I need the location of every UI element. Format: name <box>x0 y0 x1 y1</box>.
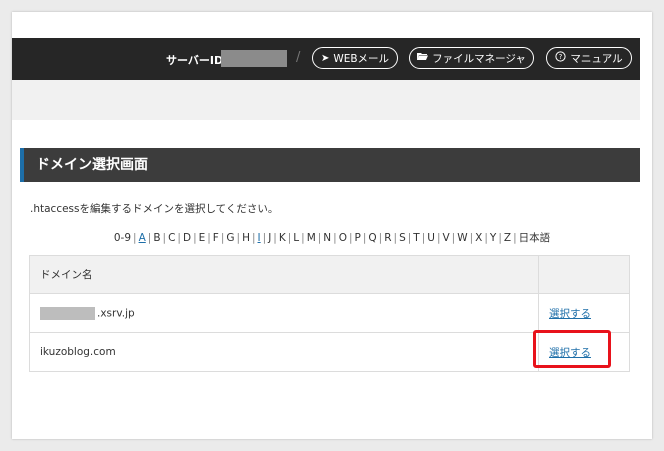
webmail-button[interactable]: ➤ WEBメール <box>312 47 398 69</box>
alphabet-filter-item: D <box>182 232 192 244</box>
table-header-row: ドメイン名 <box>29 255 630 294</box>
main-panel: サーバーID / ➤ WEBメール ファイルマネージャ ? マニュアル ドメイン… <box>12 12 652 439</box>
subheader-band <box>12 80 640 120</box>
domain-text: ikuzoblog.com <box>40 346 116 358</box>
alphabet-filter-item: U <box>427 232 435 244</box>
alphabet-separator: | <box>207 232 211 244</box>
table-row: .xsrv.jp 選択する <box>29 293 630 333</box>
svg-text:?: ? <box>559 53 563 61</box>
alphabet-separator: | <box>513 232 517 244</box>
alphabet-filter-item: N <box>323 232 332 244</box>
alphabet-separator: | <box>273 232 277 244</box>
webmail-button-label: WEBメール <box>333 52 390 65</box>
alphabet-separator: | <box>177 232 181 244</box>
question-circle-icon: ? <box>555 51 567 65</box>
alphabet-filter-item: S <box>399 232 406 244</box>
action-cell: 選択する <box>538 293 630 333</box>
alphabet-filter-item: F <box>212 232 219 244</box>
domain-cell: ikuzoblog.com <box>29 332 539 372</box>
alphabet-filter-item[interactable]: A <box>139 232 146 244</box>
topbar-separator: / <box>296 50 301 65</box>
alphabet-filter-item: B <box>153 232 161 244</box>
manual-button[interactable]: ? マニュアル <box>546 47 632 69</box>
instruction-text: .htaccessを編集するドメインを選択してください。 <box>30 203 279 215</box>
alphabet-filter-item: K <box>278 232 286 244</box>
alphabet-filter-item: M <box>306 232 316 244</box>
alphabet-filter-item: 0-9 <box>113 232 132 244</box>
alphabet-separator: | <box>333 232 337 244</box>
top-navigation-bar: サーバーID / ➤ WEBメール ファイルマネージャ ? マニュアル <box>12 38 640 80</box>
domain-name-column-header: ドメイン名 <box>29 255 539 294</box>
file-manager-button-label: ファイルマネージャ <box>432 52 526 65</box>
alphabet-separator: | <box>484 232 488 244</box>
alphabet-filter-item: W <box>457 232 468 244</box>
alphabet-separator: | <box>393 232 398 244</box>
manual-button-label: マニュアル <box>570 52 623 65</box>
alphabet-separator: | <box>348 232 353 244</box>
server-id-value-masked <box>221 50 287 67</box>
alphabet-separator: | <box>251 232 256 244</box>
alphabet-filter-item: Z <box>503 232 512 244</box>
alphabet-separator: | <box>236 232 241 244</box>
alphabet-separator: | <box>301 232 305 244</box>
alphabet-filter-item: O <box>338 232 347 244</box>
alphabet-filter-item: G <box>226 232 235 244</box>
section-title: ドメイン選択画面 <box>20 148 640 182</box>
alphabet-filter-item: V <box>442 232 450 244</box>
folder-open-icon <box>417 52 429 64</box>
alphabet-filter-item: T <box>413 232 420 244</box>
server-id-label: サーバーID <box>166 54 224 67</box>
alphabet-separator: | <box>162 232 167 244</box>
alphabet-filter-item: P <box>354 232 361 244</box>
file-manager-button[interactable]: ファイルマネージャ <box>409 47 534 69</box>
alphabet-separator: | <box>193 232 197 244</box>
alphabet-separator: | <box>133 232 137 244</box>
select-domain-link[interactable]: 選択する <box>549 308 591 320</box>
alphabet-separator: | <box>498 232 502 244</box>
alphabet-filter-item: R <box>384 232 392 244</box>
domain-cell: .xsrv.jp <box>29 293 539 333</box>
domain-prefix-masked <box>40 306 95 320</box>
alphabet-filter-item: Q <box>368 232 377 244</box>
alphabet-filter-item: 日本語 <box>518 232 551 244</box>
alphabet-filter: 0-9 | A | B | C | D | E | F | G | H | I | J | K | L | M | N | O | P | Q | R |… <box>12 230 652 245</box>
action-column-header <box>538 255 630 294</box>
highlight-box <box>533 330 611 368</box>
domain-text: .xsrv.jp <box>97 307 135 319</box>
alphabet-filter-item: H <box>242 232 250 244</box>
paper-plane-icon: ➤ <box>320 52 330 64</box>
